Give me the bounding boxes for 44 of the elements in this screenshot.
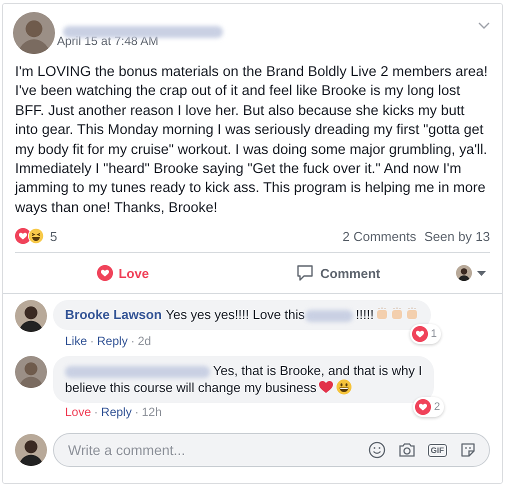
seen-count[interactable]: Seen by 13: [424, 228, 490, 244]
reply-link[interactable]: Reply: [101, 405, 132, 420]
avatar: [13, 12, 55, 54]
heart-icon: [318, 379, 334, 396]
post-timestamp[interactable]: April 15 at 7:48 AM: [57, 34, 478, 48]
clapping-hands-icon: [390, 307, 404, 322]
comment-author[interactable]: Brooke Lawson: [65, 307, 162, 322]
camera-icon[interactable]: [398, 441, 416, 460]
comment-button[interactable]: Comment: [230, 257, 446, 290]
comment-text: !!!!!: [356, 307, 374, 322]
blurred-name: [304, 310, 353, 322]
reaction-badge[interactable]: 1: [410, 324, 441, 344]
reply-link[interactable]: Reply: [97, 334, 128, 348]
laughing-face-icon: [28, 228, 44, 244]
comments-count[interactable]: 2 Comments: [342, 228, 416, 244]
comment-time[interactable]: 12h: [142, 405, 162, 420]
separator-dot: ·: [130, 334, 135, 348]
avatar: [456, 265, 472, 282]
comment-text: believe this course will change my business: [65, 380, 316, 396]
avatar: [15, 434, 47, 466]
comment-text: Yes yes yes!!!! Love this: [166, 307, 305, 322]
clapping-hands-icon: [374, 307, 389, 322]
love-button[interactable]: Love: [15, 257, 230, 290]
grinning-face-icon: [336, 379, 352, 396]
comment-input[interactable]: Write a comment... GIF: [53, 433, 490, 468]
comment-time[interactable]: 2d: [138, 334, 152, 348]
reaction-count[interactable]: 5: [50, 228, 58, 244]
comment-text: Yes, that is Brooke, and that is why I: [213, 363, 422, 378]
clapping-hands-icon: [404, 307, 419, 322]
separator-dot: ·: [134, 405, 139, 420]
reaction-badge[interactable]: 2: [412, 397, 444, 418]
smiley-icon[interactable]: [368, 441, 386, 460]
speech-bubble-icon: [296, 264, 314, 282]
reaction-link[interactable]: Like: [65, 334, 88, 348]
separator-dot: ·: [94, 405, 98, 420]
gif-button[interactable]: GIF: [428, 444, 447, 457]
sticker-icon[interactable]: [459, 441, 477, 460]
reaction-link[interactable]: Love: [65, 405, 92, 420]
audience-selector[interactable]: [456, 265, 486, 282]
caret-down-icon: [477, 270, 486, 276]
separator-dot: ·: [90, 334, 94, 348]
post-text: I'm LOVING the bonus materials on the Brand Boldly Live 2 members area! I've been watching the crap out of it and feel like Brooke is my long lost BFF. Just another reason I love her. But also because she kicks my butt into gear. This Monday morning I was seriously dreading my first "gotta get my body fit for my cruise" workout. I was doing some major grumbling, ya'll. Immediately I "heard" Brooke saying "Get the fuck over it." And now I'm jamming to my tunes ready to kick ass. This program is helping me in more ways than one! Thanks, Brooke!: [15, 63, 489, 218]
avatar: [15, 300, 47, 332]
avatar: [15, 356, 47, 388]
